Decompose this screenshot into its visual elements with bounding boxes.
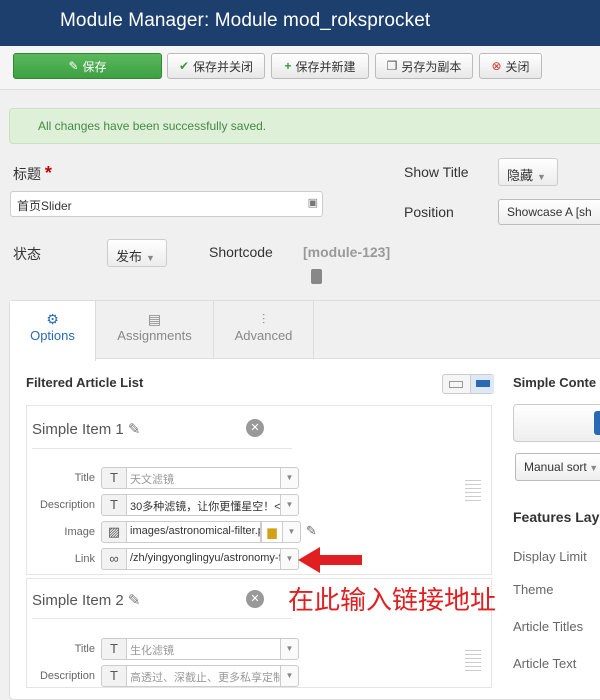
caret-down-icon[interactable]: ▼ — [281, 638, 299, 660]
success-alert: All changes have been successfully saved… — [9, 108, 600, 144]
save-close-button[interactable]: ✔ 保存并关闭 — [167, 53, 265, 79]
caret-down-icon: ▼ — [537, 172, 546, 182]
position-label: Position — [404, 204, 454, 220]
edit-icon[interactable]: ✎ — [306, 523, 317, 539]
text-icon: T — [101, 494, 127, 516]
content-toggle[interactable] — [513, 404, 600, 442]
image-icon: ▨ — [101, 521, 127, 543]
collapsed-view-icon[interactable] — [449, 381, 463, 388]
title-input[interactable]: 首页Slider ▣ — [10, 191, 323, 217]
contact-card-icon: ▣ — [307, 197, 318, 209]
title-field[interactable]: 生化滤镜 — [127, 638, 281, 660]
save-copy-button[interactable]: ❐ 另存为副本 — [375, 53, 473, 79]
page-title: Module Manager: Module mod_roksprocket — [60, 10, 431, 31]
check-icon: ✔ — [178, 59, 190, 73]
view-toggle[interactable] — [442, 374, 494, 394]
display-limit-label: Display Limit — [513, 549, 587, 564]
image-field[interactable]: images/astronomical-filter.p — [127, 521, 261, 543]
link-field[interactable]: /zh/yingyonglingyu/astronomy-f — [127, 548, 281, 570]
alert-message: All changes have been successfully saved… — [38, 119, 267, 133]
annotation-text: 在此输入链接地址 — [288, 586, 497, 616]
caret-down-icon[interactable]: ▼ — [281, 494, 299, 516]
caret-down-icon[interactable]: ▼ — [283, 521, 301, 543]
remove-item-icon[interactable]: ✕ — [246, 419, 264, 437]
caret-down-icon[interactable]: ▼ — [281, 467, 299, 489]
tab-assignments[interactable]: ▤ Assignments — [96, 301, 214, 359]
required-mark: * — [44, 163, 52, 183]
pencil-icon[interactable]: ✎ — [128, 592, 141, 609]
clipboard-icon[interactable] — [311, 269, 322, 284]
caret-down-icon: ▼ — [146, 253, 155, 263]
divider — [32, 618, 292, 619]
article-titles-label: Article Titles — [513, 619, 584, 634]
show-title-dropdown[interactable]: 隐藏 ▼ — [498, 158, 558, 186]
expanded-view-icon[interactable] — [470, 375, 494, 393]
item-title: Simple Item 1 ✎ — [32, 421, 141, 438]
plus-icon: + — [284, 59, 292, 73]
field-label-description: Description — [39, 499, 95, 511]
drag-handle-icon[interactable] — [465, 650, 481, 672]
position-select[interactable]: Showcase A [sh — [498, 199, 600, 225]
shortcode-value: [module-123] — [303, 244, 391, 260]
save-button[interactable]: ✎ 保存 — [13, 53, 162, 79]
gear-icon: ⚙ — [46, 311, 59, 327]
divider — [32, 448, 292, 449]
field-label-description: Description — [39, 670, 95, 682]
description-field[interactable]: 30多种滤镜，让你更懂星空！< — [127, 494, 281, 516]
caret-down-icon[interactable]: ▼ — [281, 665, 299, 687]
caret-down-icon[interactable]: ▼ — [281, 548, 299, 570]
title-label: 标题 * — [13, 163, 52, 183]
title-field[interactable]: 天文滤镜 — [127, 467, 281, 489]
text-icon: T — [101, 638, 127, 660]
close-button[interactable]: ⊗ 关闭 — [479, 53, 542, 79]
sliders-icon: ⫶ — [261, 311, 266, 327]
status-dropdown[interactable]: 发布 ▼ — [107, 239, 167, 267]
tab-advanced[interactable]: ⫶ Advanced — [214, 301, 314, 359]
remove-item-icon[interactable]: ✕ — [246, 590, 264, 608]
shortcode-label: Shortcode — [209, 244, 273, 260]
pencil-icon[interactable]: ✎ — [128, 421, 141, 438]
status-label: 状态 — [13, 246, 41, 262]
cancel-icon: ⊗ — [491, 59, 502, 73]
item-title: Simple Item 2 ✎ — [32, 592, 141, 609]
field-label-title: Title — [74, 643, 95, 655]
red-arrow-icon — [298, 547, 362, 573]
text-icon: T — [101, 665, 127, 687]
link-icon: ∞ — [101, 548, 127, 570]
edit-icon: ✎ — [68, 59, 79, 73]
app-header: Module Manager: Module mod_roksprocket — [0, 0, 600, 46]
features-layout-title: Features Lay — [513, 509, 600, 525]
field-label-title: Title — [74, 472, 95, 484]
text-icon: T — [101, 467, 127, 489]
simple-content-title: Simple Conte — [513, 375, 597, 390]
toolbar: ✎ 保存 ✔ 保存并关闭 + 保存并新建 ❐ 另存为副本 ⊗ 关闭 — [0, 46, 600, 90]
copy-icon: ❐ — [386, 59, 398, 73]
drag-handle-icon[interactable] — [465, 480, 481, 502]
show-title-label: Show Title — [404, 164, 469, 180]
sort-select[interactable]: Manual sort ▼ — [515, 453, 600, 481]
filtered-list-title: Filtered Article List — [26, 375, 144, 390]
field-label-image: Image — [64, 526, 95, 538]
description-field[interactable]: 高透过、深截止、更多私享定制 — [127, 665, 281, 687]
theme-label: Theme — [513, 582, 554, 597]
folder-image-icon[interactable]: ▆ — [261, 521, 283, 543]
tab-options[interactable]: ⚙ Options — [10, 301, 96, 361]
save-new-button[interactable]: + 保存并新建 — [271, 53, 369, 79]
field-label-link: Link — [74, 553, 95, 565]
article-text-label: Article Text — [513, 656, 577, 671]
list-icon: ▤ — [147, 311, 162, 327]
